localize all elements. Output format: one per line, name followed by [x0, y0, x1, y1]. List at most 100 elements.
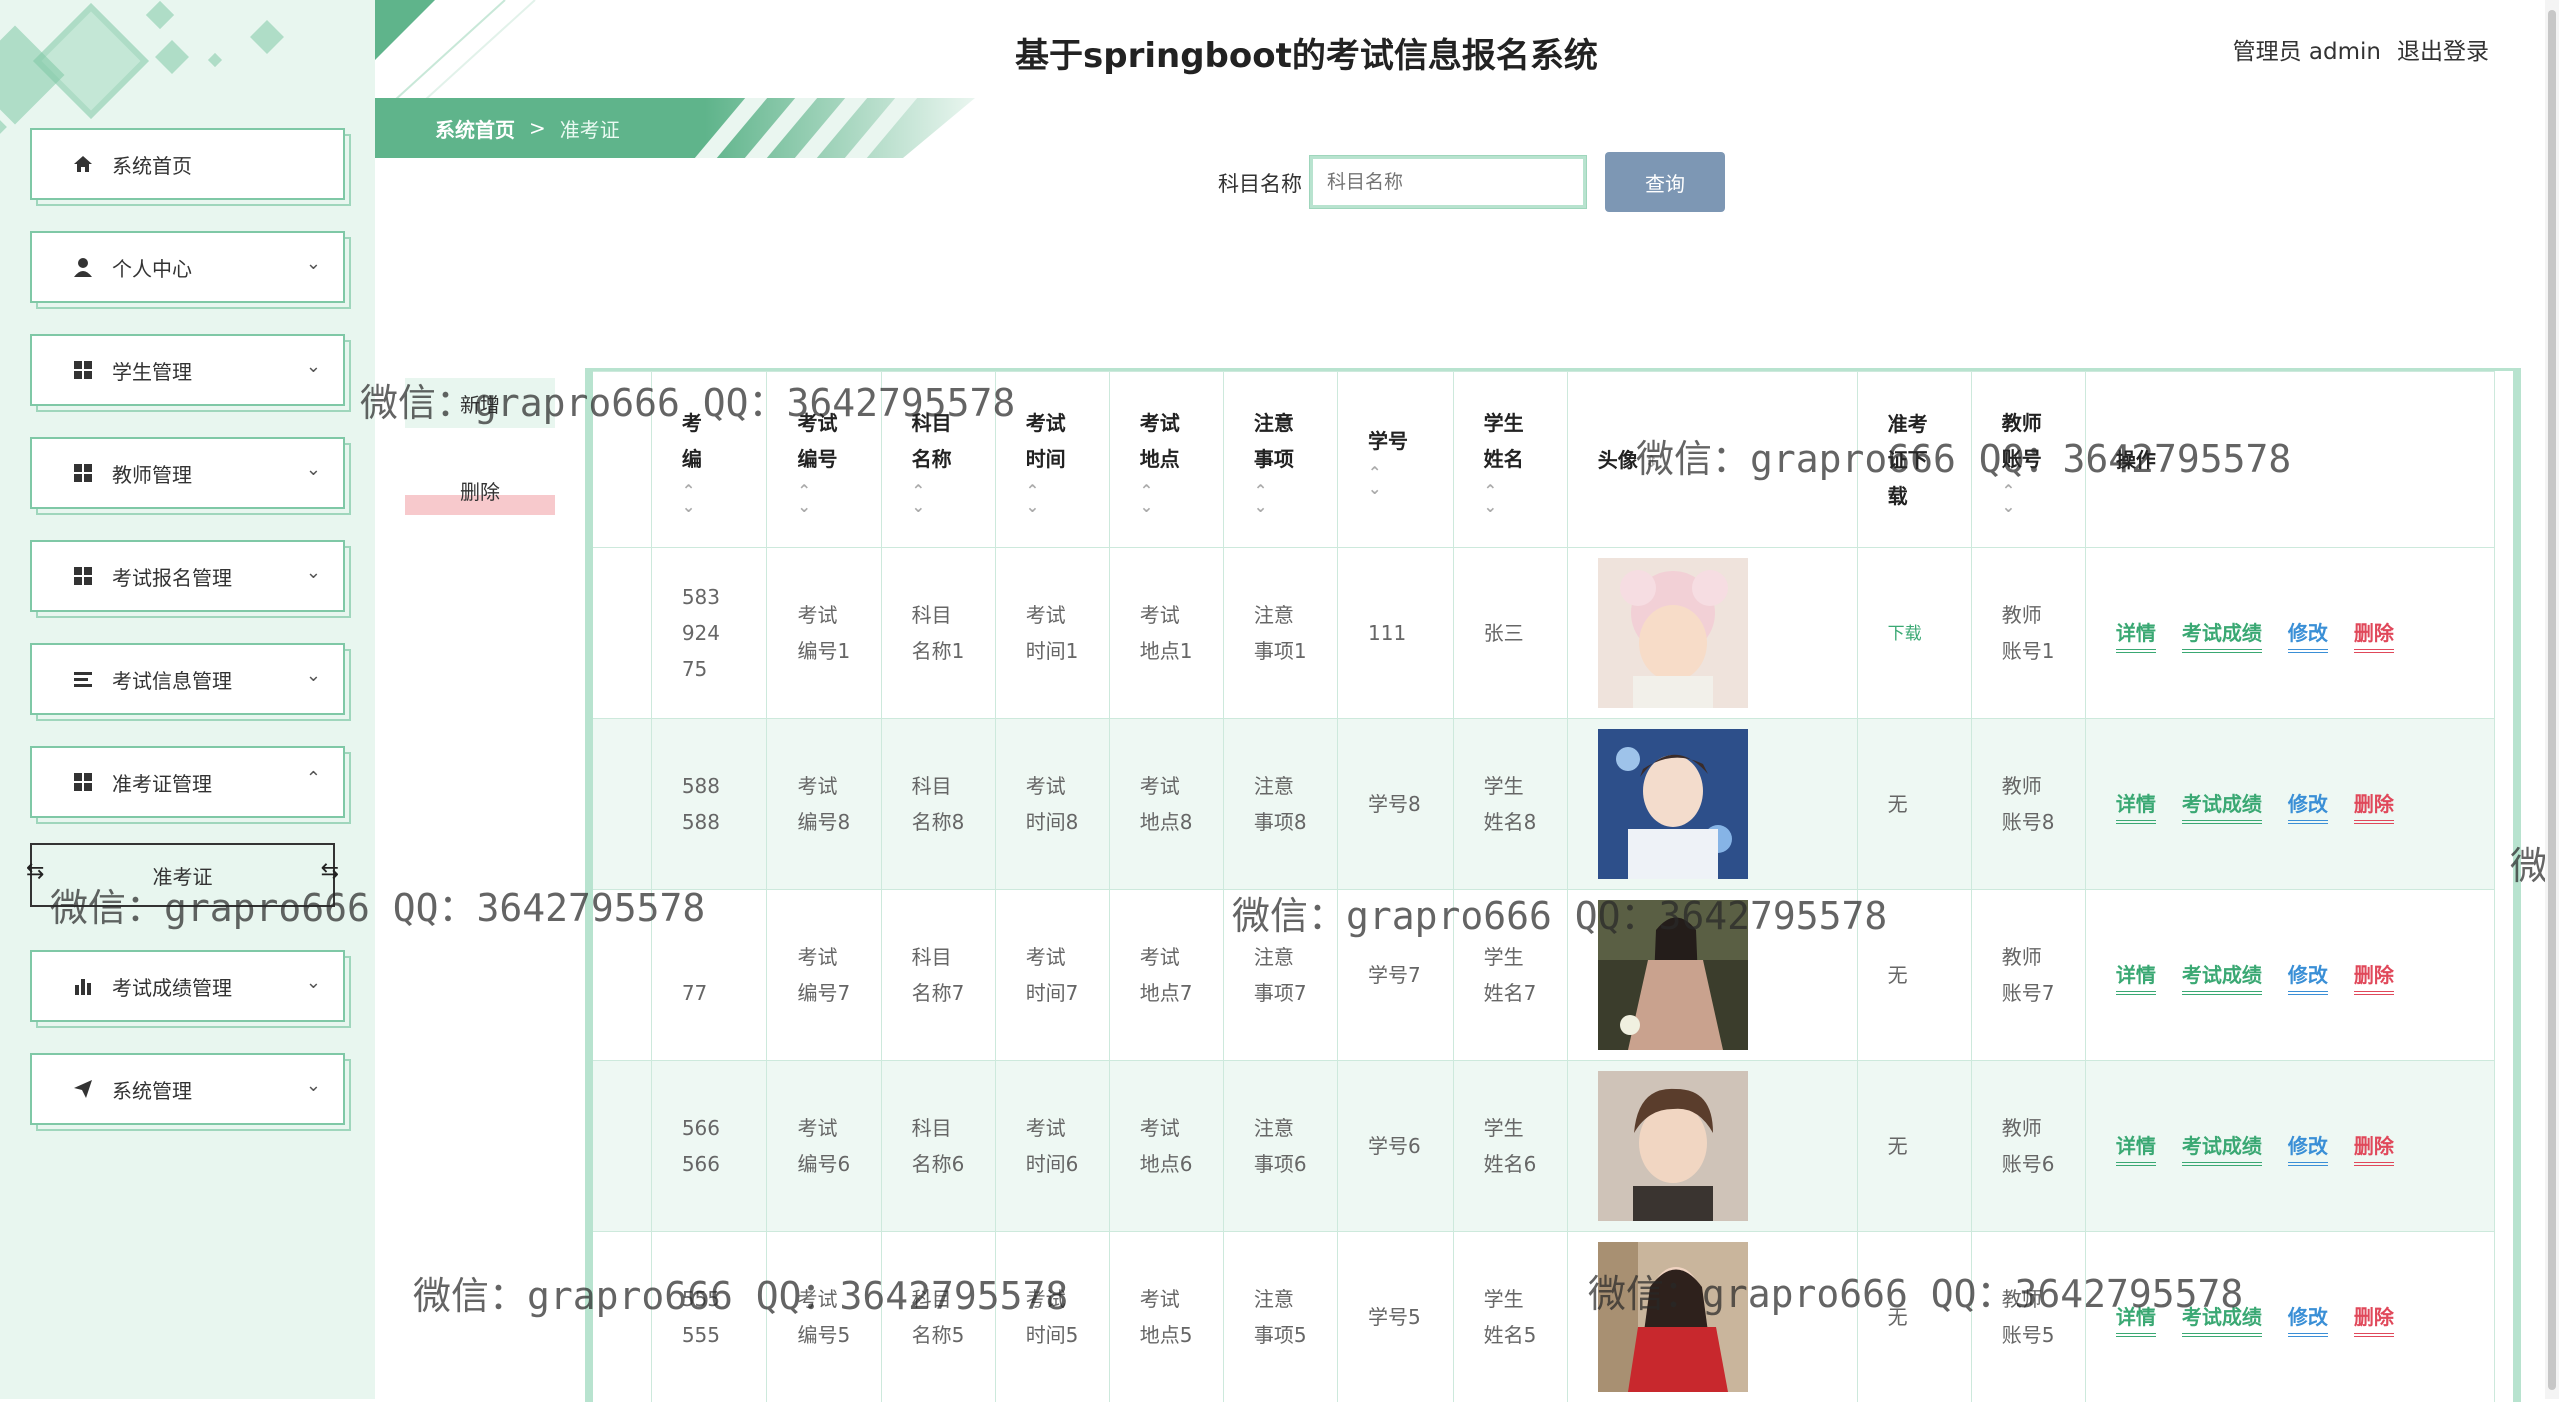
sort-icon[interactable]: ⌃⌄: [1368, 465, 1453, 497]
sort-icon[interactable]: ⌃⌄: [1026, 483, 1109, 515]
edit-link[interactable]: 修改: [2288, 792, 2328, 824]
column-header[interactable]: 学生姓名⌃⌄: [1453, 372, 1567, 548]
sort-icon[interactable]: ⌃⌄: [1254, 483, 1337, 515]
column-header[interactable]: 考编⌃⌄: [651, 372, 767, 548]
column-header[interactable]: 科目名称⌃⌄: [881, 372, 995, 548]
delete-link[interactable]: 删除: [2354, 963, 2394, 995]
cell-operations: 详情考试成绩修改删除: [2085, 719, 2494, 890]
submenu-item-admission-ticket[interactable]: ⇆ 准考证 ⇆: [30, 843, 335, 907]
header-decoration: [375, 0, 975, 100]
sort-icon[interactable]: ⌃⌄: [797, 483, 880, 515]
detail-link[interactable]: 详情: [2116, 1134, 2156, 1166]
vertical-scrollbar[interactable]: [2545, 0, 2559, 1399]
column-header[interactable]: 注意事项⌃⌄: [1223, 372, 1337, 548]
cell-exam-time: 考试时间5: [995, 1232, 1109, 1402]
column-header[interactable]: 学号⌃⌄: [1338, 372, 1454, 548]
decorative-square: [146, 1, 174, 29]
search-button[interactable]: 查询: [1605, 152, 1725, 212]
sort-icon[interactable]: ⇕: [1645, 452, 1658, 471]
edit-link[interactable]: 修改: [2288, 963, 2328, 995]
column-header[interactable]: 教师账号⌃⌄: [1971, 372, 2085, 548]
detail-link[interactable]: 详情: [2116, 963, 2156, 995]
sidebar-item-teachers[interactable]: 教师管理 ⌄: [30, 437, 345, 509]
chevron-down-icon: ⌄: [306, 972, 321, 993]
detail-link[interactable]: 详情: [2116, 1305, 2156, 1337]
exam-score-link[interactable]: 考试成绩: [2182, 963, 2262, 995]
sidebar-item-label: 系统首页: [112, 150, 192, 179]
cell-exam-location: 考试地点8: [1109, 719, 1223, 890]
sort-icon[interactable]: ⌃⌄: [2002, 483, 2085, 515]
sidebar-item-personal-center[interactable]: 个人中心 ⌄: [30, 231, 345, 303]
cell-exam-code: 77: [651, 890, 767, 1061]
sidebar-item-exam-registration[interactable]: 考试报名管理 ⌄: [30, 540, 345, 612]
sidebar-item-label: 考试成绩管理: [112, 972, 232, 1001]
breadcrumb-home[interactable]: 系统首页: [435, 114, 515, 143]
data-table-container: 考编⌃⌄ 考试编号⌃⌄ 科目名称⌃⌄ 考试时间⌃⌄ 考试地点⌃⌄ 注意事项⌃⌄ …: [585, 368, 2521, 1402]
delete-link[interactable]: 删除: [2354, 1134, 2394, 1166]
user-label: 管理员 admin: [2233, 32, 2381, 66]
sidebar-item-label: 教师管理: [112, 459, 192, 488]
sidebar-item-exam-info[interactable]: 考试信息管理 ⌄: [30, 643, 345, 715]
edit-link[interactable]: 修改: [2288, 621, 2328, 653]
sidebar-item-students[interactable]: 学生管理 ⌄: [30, 334, 345, 406]
table-row[interactable]: 58392475 考试编号1 科目名称1 考试时间1 考试地点1 注意事项1 1…: [585, 548, 2495, 719]
column-header[interactable]: 准考证下载: [1857, 372, 1971, 548]
column-header[interactable]: 考试地点⌃⌄: [1109, 372, 1223, 548]
sidebar-item-exam-scores[interactable]: 考试成绩管理 ⌄: [30, 950, 345, 1022]
exam-score-link[interactable]: 考试成绩: [2182, 792, 2262, 824]
cell-teacher-account: 教师账号7: [1971, 890, 2085, 1061]
subject-name-input[interactable]: [1310, 156, 1586, 208]
delete-link[interactable]: 删除: [2354, 1305, 2394, 1337]
sort-icon[interactable]: ⌃⌄: [1484, 483, 1567, 515]
cell-exam-location: 考试地点7: [1109, 890, 1223, 1061]
cell-operations: 详情考试成绩修改删除: [2085, 890, 2494, 1061]
table-row[interactable]: 566566 考试编号6 科目名称6 考试时间6 考试地点6 注意事项6 学号6…: [585, 1061, 2495, 1232]
column-header[interactable]: 考试时间⌃⌄: [995, 372, 1109, 548]
sidebar-item-home[interactable]: 系统首页: [30, 128, 345, 200]
checkbox-cell[interactable]: [585, 890, 651, 1061]
download-link[interactable]: 下载: [1888, 624, 1922, 644]
sort-icon[interactable]: ⌃⌄: [682, 483, 767, 515]
list-icon: [72, 668, 94, 690]
delete-link[interactable]: 删除: [2354, 792, 2394, 824]
column-header[interactable]: 头像 ⇕: [1567, 372, 1857, 548]
decorative-square: [250, 20, 284, 54]
cell-exam-number: 考试编号6: [767, 1061, 881, 1232]
exam-score-link[interactable]: 考试成绩: [2182, 1305, 2262, 1337]
sidebar-item-system[interactable]: 系统管理 ⌄: [30, 1053, 345, 1125]
arrow-left-right-icon: ⇆: [26, 859, 44, 884]
exam-score-link[interactable]: 考试成绩: [2182, 1134, 2262, 1166]
detail-link[interactable]: 详情: [2116, 621, 2156, 653]
sort-icon[interactable]: ⌃⌄: [912, 483, 995, 515]
scrollbar-thumb[interactable]: [2548, 10, 2556, 1390]
edit-link[interactable]: 修改: [2288, 1305, 2328, 1337]
edit-link[interactable]: 修改: [2288, 1134, 2328, 1166]
add-button[interactable]: 新增: [405, 378, 555, 428]
checkbox-cell[interactable]: [585, 1232, 651, 1402]
grid-icon: [72, 462, 94, 484]
detail-link[interactable]: 详情: [2116, 792, 2156, 824]
table-row[interactable]: 555555 考试编号5 科目名称5 考试时间5 考试地点5 注意事项5 学号5…: [585, 1232, 2495, 1402]
sidebar-item-label: 个人中心: [112, 253, 192, 282]
batch-delete-button[interactable]: 删除: [405, 465, 555, 515]
checkbox-cell[interactable]: [585, 1061, 651, 1232]
chevron-down-icon: ⌄: [306, 356, 321, 377]
checkbox-cell[interactable]: [585, 719, 651, 890]
table-row[interactable]: 588588 考试编号8 科目名称8 考试时间8 考试地点8 注意事项8 学号8…: [585, 719, 2495, 890]
checkbox-cell[interactable]: [585, 548, 651, 719]
table-row[interactable]: 77 考试编号7 科目名称7 考试时间7 考试地点7 注意事项7 学号7 学生姓…: [585, 890, 2495, 1061]
home-icon: [72, 153, 94, 175]
chevron-down-icon: ⌄: [306, 253, 321, 274]
sidebar-item-label: 考试报名管理: [112, 562, 232, 591]
decorative-square: [0, 117, 7, 137]
cell-exam-time: 考试时间8: [995, 719, 1109, 890]
exam-score-link[interactable]: 考试成绩: [2182, 621, 2262, 653]
cell-subject-name: 科目名称7: [881, 890, 995, 1061]
delete-link[interactable]: 删除: [2354, 621, 2394, 653]
column-header[interactable]: 考试编号⌃⌄: [767, 372, 881, 548]
sidebar-item-admission-ticket[interactable]: 准考证管理 ⌃: [30, 746, 345, 818]
cell-avatar: [1567, 719, 1857, 890]
logout-link[interactable]: 退出登录: [2397, 32, 2489, 66]
sort-icon[interactable]: ⌃⌄: [1140, 483, 1223, 515]
cell-ticket-download: 无: [1857, 719, 1971, 890]
